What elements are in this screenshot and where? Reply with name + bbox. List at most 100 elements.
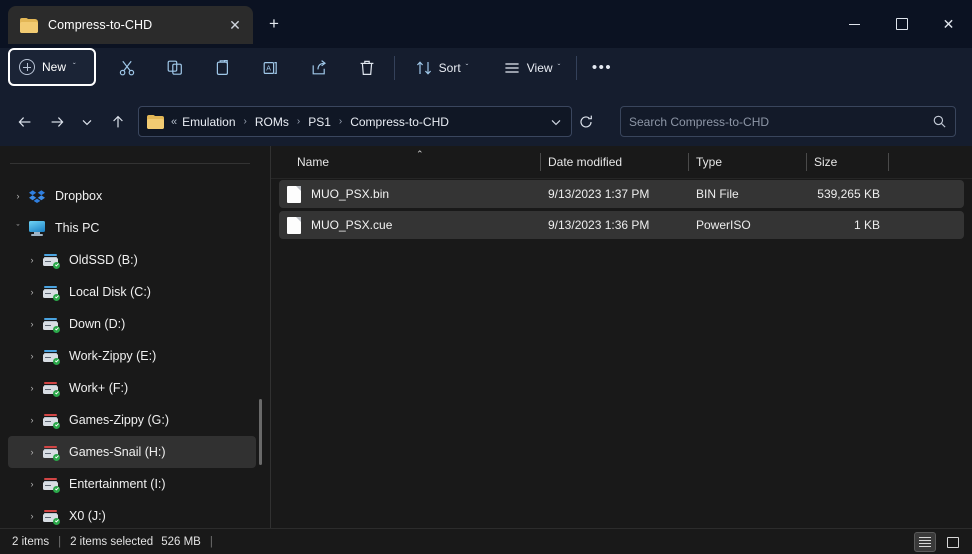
sidebar-label: Local Disk (C:) (69, 285, 151, 299)
column-divider[interactable] (888, 153, 889, 171)
up-button[interactable] (103, 107, 133, 137)
file-size: 1 KB (853, 218, 880, 232)
toolbar-divider-2 (576, 56, 577, 80)
chevron-right-icon[interactable]: › (8, 191, 28, 201)
dropbox-icon (28, 187, 46, 205)
breadcrumb-item-emulation[interactable]: Emulation (179, 113, 238, 131)
chevron-right-icon[interactable]: › (22, 447, 42, 457)
refresh-button[interactable] (572, 108, 600, 136)
details-view-icon[interactable] (914, 532, 936, 552)
back-button[interactable] (10, 107, 40, 137)
sort-button[interactable]: Sort ˇ (406, 52, 476, 84)
paste-button[interactable] (206, 52, 240, 84)
breadcrumb-item-roms[interactable]: ROMs (252, 113, 292, 131)
file-type: BIN File (696, 187, 739, 201)
view-toggle-group (914, 532, 964, 552)
chevron-right-icon[interactable]: › (22, 319, 42, 329)
recent-locations-button[interactable] (72, 107, 102, 137)
sidebar-item-work-zippy-e[interactable]: › Work-Zippy (E:) (8, 340, 256, 372)
more-options-button[interactable]: ••• (586, 52, 618, 84)
table-row[interactable]: MUO_PSX.cue 9/13/2023 1:36 PM PowerISO 1… (279, 211, 964, 239)
sidebar-item-games-snail-h[interactable]: › Games-Snail (H:) (8, 436, 256, 468)
sidebar-item-this-pc[interactable]: ˇ This PC (8, 212, 256, 244)
column-header-size-label: Size (814, 155, 838, 169)
sidebar-item-entertainment-i[interactable]: › Entertainment (I:) (8, 468, 256, 500)
breadcrumb-overflow[interactable]: « (171, 116, 179, 128)
address-dropdown-button[interactable] (546, 112, 566, 132)
maximize-icon[interactable] (878, 0, 925, 48)
folder-icon (20, 17, 38, 33)
paste-icon (216, 60, 229, 75)
sidebar-item-local-disk-c[interactable]: › Local Disk (C:) (8, 276, 256, 308)
chevron-right-icon[interactable]: › (22, 415, 42, 425)
sidebar-item-x0-j[interactable]: › X0 (J:) (8, 500, 256, 528)
table-row[interactable]: MUO_PSX.bin 9/13/2023 1:37 PM BIN File 5… (279, 180, 964, 208)
rename-button[interactable]: A (254, 52, 288, 84)
sidebar-item-games-zippy-g[interactable]: › Games-Zippy (G:) (8, 404, 256, 436)
sidebar-scrollbar[interactable] (259, 399, 262, 465)
chevron-right-icon[interactable]: › (22, 479, 42, 489)
sidebar-item-down-d[interactable]: › Down (D:) (8, 308, 256, 340)
search-icon[interactable] (932, 114, 947, 129)
dropbox-glyph (29, 190, 45, 203)
view-lines-icon (505, 63, 519, 73)
file-size: 539,265 KB (817, 187, 880, 201)
breadcrumb-item-ps1[interactable]: PS1 (305, 113, 334, 131)
chevron-right-icon[interactable]: › (22, 287, 42, 297)
sidebar-label: Entertainment (I:) (69, 477, 166, 491)
close-icon[interactable]: ✕ (925, 0, 972, 48)
share-button[interactable] (302, 52, 336, 84)
tab-title: Compress-to-CHD (48, 18, 153, 32)
new-tab-button[interactable]: + (262, 12, 286, 36)
close-tab-icon[interactable]: ✕ (225, 15, 245, 35)
scissors-icon (119, 60, 135, 76)
plus-icon (19, 59, 35, 75)
sidebar-item-work-plus-f[interactable]: › Work+ (F:) (8, 372, 256, 404)
column-header-date-modified[interactable]: Date modified (540, 146, 688, 178)
sidebar-label: OldSSD (B:) (69, 253, 138, 267)
chevron-down-icon (82, 119, 92, 126)
item-count: 2 items (12, 535, 50, 548)
forward-button[interactable] (42, 107, 72, 137)
sidebar-label: Games-Zippy (G:) (69, 413, 170, 427)
drive-icon (42, 283, 60, 301)
pc-icon (28, 219, 46, 237)
ellipsis-icon: ••• (591, 59, 613, 76)
file-date-modified: 9/13/2023 1:37 PM (548, 187, 650, 201)
sidebar-item-dropbox[interactable]: › Dropbox (8, 180, 256, 212)
chevron-down-icon: ˇ (73, 62, 76, 71)
minimize-icon[interactable] (831, 0, 878, 48)
chevron-right-icon[interactable]: › (22, 383, 42, 393)
navigation-pane: › Dropbox ˇ This PC › OldSSD (B:) › Loca… (0, 146, 270, 528)
chevron-right-icon[interactable]: › (22, 255, 42, 265)
file-date-modified: 9/13/2023 1:36 PM (548, 218, 650, 232)
column-header-type[interactable]: Type (688, 146, 806, 178)
large-icons-view-icon[interactable] (942, 532, 964, 552)
breadcrumb-item-compress-to-chd[interactable]: Compress-to-CHD (347, 113, 452, 131)
browser-tab[interactable]: Compress-to-CHD ✕ (8, 6, 253, 44)
chevron-right-icon[interactable]: › (22, 351, 42, 361)
file-list-pane: Name ⌃ Date modified Type Size MUO_PSX.b… (271, 146, 972, 528)
view-button[interactable]: View ˇ (494, 52, 568, 84)
selection-count: 2 items selected (70, 535, 154, 548)
address-bar[interactable]: « Emulation › ROMs › PS1 › Compress-to-C… (138, 106, 572, 137)
drive-icon (42, 443, 60, 461)
column-header-type-label: Type (696, 155, 723, 169)
svg-text:A: A (266, 66, 271, 73)
copy-button[interactable] (158, 52, 192, 84)
sidebar-item-oldssd-b[interactable]: › OldSSD (B:) (8, 244, 256, 276)
chevron-right-icon[interactable]: › (22, 511, 42, 521)
selection-size: 526 MB (161, 535, 201, 548)
chevron-down-icon: ˇ (557, 63, 561, 72)
chevron-down-icon[interactable]: ˇ (8, 223, 28, 233)
column-header-name[interactable]: Name (289, 146, 539, 178)
cut-button[interactable] (110, 52, 144, 84)
trash-icon (360, 60, 374, 75)
column-header-size[interactable]: Size (806, 146, 888, 178)
copy-icon (167, 60, 182, 75)
new-button[interactable]: New ˇ (8, 48, 96, 86)
status-separator-2: | (209, 535, 213, 548)
search-box[interactable] (620, 106, 956, 137)
search-input[interactable] (629, 114, 932, 129)
delete-button[interactable] (350, 52, 384, 84)
